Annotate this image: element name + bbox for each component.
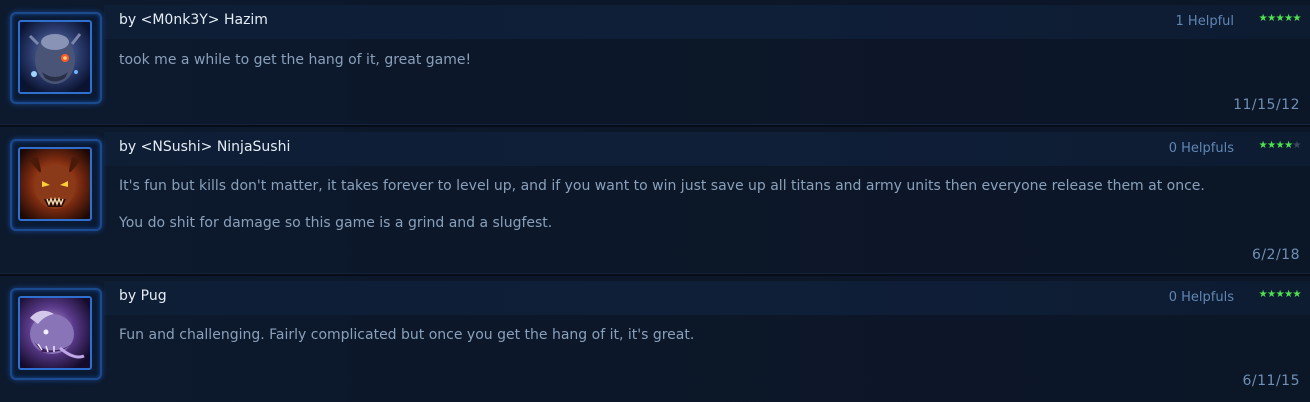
demon-portrait-icon: [18, 20, 92, 94]
review-author[interactable]: by <M0nk3Y> Hazim: [119, 12, 268, 28]
star-icon: ★: [1275, 140, 1285, 151]
purple-beast-portrait-icon: [18, 296, 92, 370]
rating-stars: ★★★★★: [1258, 289, 1302, 300]
review-header-bar: [104, 5, 1310, 39]
star-icon: ★: [1292, 140, 1302, 151]
star-icon: ★: [1284, 140, 1293, 151]
author-avatar[interactable]: [10, 139, 102, 231]
review-header-bar: [104, 281, 1310, 315]
review-text: You do shit for damage so this game is a…: [119, 215, 553, 231]
review-item: by <NSushi> NinjaSushi 0 Helpfuls ★★★★★ …: [0, 127, 1310, 276]
star-icon: ★: [1267, 289, 1276, 300]
star-icon: ★: [1267, 140, 1276, 151]
review-text: Fun and challenging. Fairly complicated …: [119, 327, 695, 343]
star-icon: ★: [1258, 140, 1268, 151]
review-text: took me a while to get the hang of it, g…: [119, 52, 472, 68]
star-icon: ★: [1275, 13, 1285, 24]
review-author[interactable]: by <NSushi> NinjaSushi: [119, 139, 290, 155]
star-icon: ★: [1258, 289, 1268, 300]
review-list: by <M0nk3Y> Hazim 1 Helpful ★★★★★ took m…: [0, 0, 1310, 402]
star-icon: ★: [1275, 289, 1285, 300]
review-date: 6/2/18: [1251, 247, 1300, 263]
author-avatar[interactable]: [10, 288, 102, 380]
star-icon: ★: [1258, 13, 1268, 24]
review-author[interactable]: by Pug: [119, 288, 167, 304]
star-icon: ★: [1292, 13, 1302, 24]
rating-stars: ★★★★★: [1258, 13, 1302, 24]
review-date: 11/15/12: [1233, 97, 1300, 113]
helpful-count[interactable]: 1 Helpful: [1176, 14, 1234, 29]
star-icon: ★: [1267, 13, 1276, 24]
review-item: by <M0nk3Y> Hazim 1 Helpful ★★★★★ took m…: [0, 0, 1310, 127]
star-icon: ★: [1284, 13, 1293, 24]
helpful-count[interactable]: 0 Helpfuls: [1169, 290, 1234, 305]
review-item: by Pug 0 Helpfuls ★★★★★ Fun and challeng…: [0, 276, 1310, 402]
review-date: 6/11/15: [1242, 373, 1300, 389]
helpful-count[interactable]: 0 Helpfuls: [1169, 141, 1234, 156]
review-text: It's fun but kills don't matter, it take…: [119, 178, 1205, 194]
rating-stars: ★★★★★: [1258, 140, 1302, 151]
star-icon: ★: [1284, 289, 1293, 300]
hellion-portrait-icon: [18, 147, 92, 221]
star-icon: ★: [1292, 289, 1302, 300]
author-avatar[interactable]: [10, 12, 102, 104]
